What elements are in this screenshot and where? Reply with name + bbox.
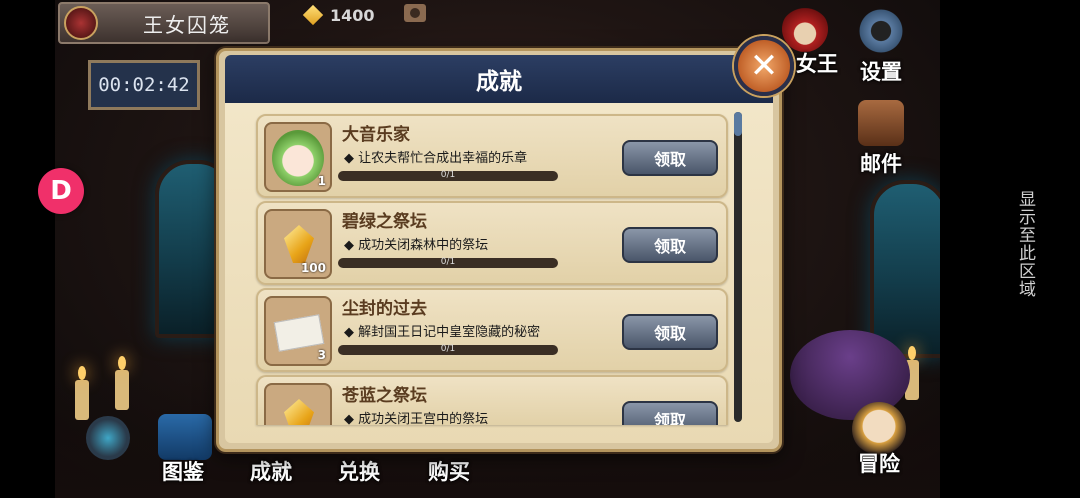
achievement-row: 3 尘封的过去 ◆ 解封国王日记中皇室隐藏的秘密 0/1 领取 [256, 288, 728, 372]
exchange-button[interactable]: 兑换 [338, 456, 380, 486]
achievement-description: ◆ 成功关闭森林中的祭坛 [344, 238, 489, 253]
left-black-bar [0, 0, 55, 498]
gem-count: 1400 [330, 5, 375, 25]
shop-button[interactable]: 购买 [428, 456, 470, 486]
ticket-icon [273, 314, 325, 352]
gem-icon [284, 399, 314, 425]
dialog-title: 成就 [476, 69, 522, 95]
mail-label: 邮件 [860, 152, 902, 176]
countdown-timer: 00:02:42 [88, 60, 200, 110]
display-area-label: 显示至此区域 [1015, 190, 1035, 298]
claim-button[interactable]: 领取 [622, 401, 718, 425]
scrollbar-thumb[interactable] [734, 112, 742, 136]
settings-button[interactable]: 设置 [858, 8, 904, 86]
progress-bar: 0/1 [338, 170, 558, 181]
progress-bar: 0/1 [338, 344, 558, 355]
progress-text: 0/1 [440, 257, 456, 267]
progress-text: 0/1 [440, 170, 456, 180]
adventure-label: 冒险 [858, 452, 900, 476]
achievement-title: 大音乐家 [342, 125, 410, 145]
queen-label: 女王 [796, 52, 838, 76]
gem-icon [284, 225, 314, 263]
mail-chest-icon [858, 100, 904, 146]
achievement-description: ◆ 让农夫帮忙合成出幸福的乐章 [344, 151, 528, 166]
mail-button[interactable]: 邮件 [858, 100, 904, 178]
dialog-header: 成就 [225, 55, 773, 103]
candle [115, 356, 129, 410]
reward-icon-box [264, 383, 332, 425]
camera-icon[interactable] [404, 4, 426, 22]
room-title-sign: 王女囚笼 [58, 2, 270, 44]
progress-bar: 0/1 [338, 257, 558, 268]
progress-text: 0/1 [440, 344, 456, 354]
room-title: 王女囚笼 [143, 12, 231, 37]
claim-button[interactable]: 领取 [622, 314, 718, 350]
achievement-row: 100 碧绿之祭坛 ◆ 成功关闭森林中的祭坛 0/1 领取 [256, 201, 728, 285]
reward-icon-box: 1 [264, 122, 332, 192]
candle [75, 366, 89, 420]
achievement-description: ◆ 成功关闭王宫中的祭坛 [344, 412, 489, 425]
reward-icon-box: 100 [264, 209, 332, 279]
achievement-row: 1 大音乐家 ◆ 让农夫帮忙合成出幸福的乐章 0/1 领取 [256, 114, 728, 198]
achievement-row: 苍蓝之祭坛 ◆ 成功关闭王宫中的祭坛 领取 [256, 375, 728, 425]
claim-button[interactable]: 领取 [622, 140, 718, 176]
adventure-button[interactable]: 冒险 [852, 402, 906, 478]
reward-count: 1 [317, 174, 326, 188]
gear-icon [858, 8, 904, 54]
achievement-title: 尘封的过去 [342, 299, 427, 319]
close-icon[interactable]: ✕ [734, 36, 794, 96]
reward-count: 100 [300, 261, 326, 275]
heart-emblem-icon [64, 6, 98, 40]
gem-counter: 1400 [302, 2, 375, 28]
gallery-button[interactable]: 图鉴 [162, 456, 204, 486]
compass-icon[interactable] [86, 416, 130, 460]
background-window [870, 180, 940, 358]
achievement-description: ◆ 解封国王日记中皇室隐藏的秘密 [344, 325, 541, 340]
floating-assist-button[interactable]: D [38, 168, 84, 214]
settings-label: 设置 [860, 60, 902, 84]
gem-icon [302, 4, 324, 26]
queen-crown-icon [782, 6, 828, 52]
book-icon [158, 414, 212, 460]
scrollbar[interactable] [734, 112, 742, 422]
claim-button[interactable]: 领取 [622, 227, 718, 263]
achievements-button[interactable]: 成就 [250, 456, 292, 486]
character-portrait-icon [272, 130, 324, 186]
reward-count: 3 [317, 348, 326, 362]
achievement-title: 苍蓝之祭坛 [342, 386, 427, 406]
achievement-title: 碧绿之祭坛 [342, 212, 427, 232]
reward-icon-box: 3 [264, 296, 332, 366]
